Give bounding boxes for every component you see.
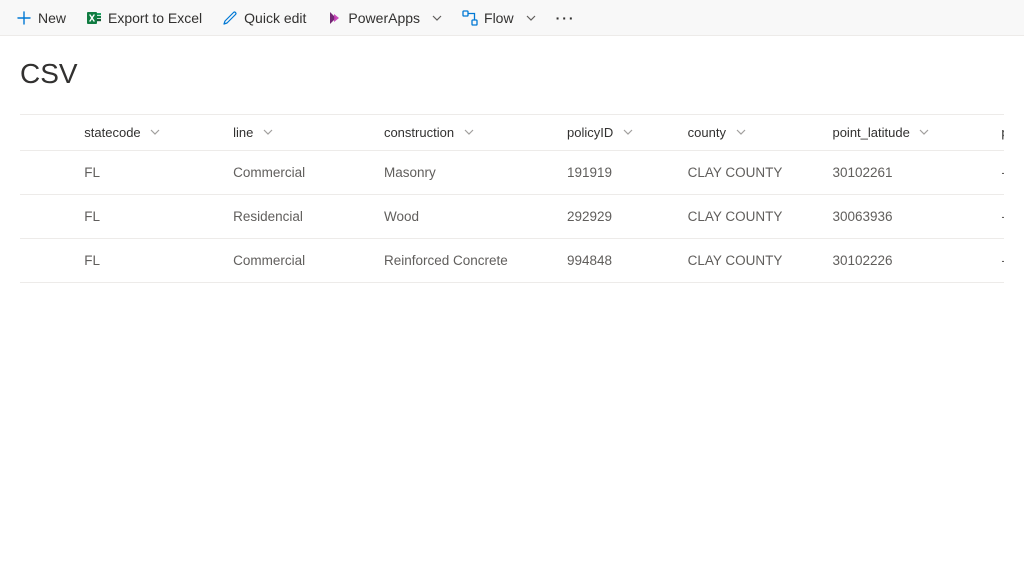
column-header-label: point_latitude (832, 125, 909, 140)
column-header-policyid[interactable]: policyID (555, 115, 676, 151)
row-selector-cell[interactable] (20, 195, 72, 239)
column-header-construction[interactable]: construction (372, 115, 555, 151)
column-header-line[interactable]: line (221, 115, 372, 151)
overflow-menu-button[interactable]: ··· (546, 0, 586, 35)
cell-policyid: 994848 (555, 239, 676, 283)
column-header-label: construction (384, 125, 454, 140)
export-excel-button[interactable]: Export to Excel (76, 0, 212, 35)
cell-line: Commercial (221, 239, 372, 283)
cell-county: CLAY COUNTY (676, 239, 821, 283)
quick-edit-button[interactable]: Quick edit (212, 0, 316, 35)
table-row[interactable]: FL Commercial Reinforced Concrete 994848… (20, 239, 1004, 283)
column-header-label: line (233, 125, 253, 140)
chevron-down-icon (263, 127, 273, 137)
cell-longitude: -8181388 (989, 239, 1004, 283)
chevron-down-icon (736, 127, 746, 137)
chevron-down-icon (432, 13, 442, 23)
row-selector-header[interactable] (20, 115, 72, 151)
flow-label: Flow (484, 10, 514, 26)
row-selector-cell[interactable] (20, 151, 72, 195)
table-row[interactable]: FL Residencial Wood 292929 CLAY COUNTY 3… (20, 195, 1004, 239)
cell-latitude: 30102226 (820, 239, 989, 283)
cell-longitude: -8170766 (989, 195, 1004, 239)
flow-button[interactable]: Flow (452, 0, 546, 35)
cell-latitude: 30063936 (820, 195, 989, 239)
cell-policyid: 292929 (555, 195, 676, 239)
page-content: CSV statecode (0, 36, 1024, 283)
cell-county: CLAY COUNTY (676, 151, 821, 195)
column-header-label: point_lon (1001, 125, 1004, 140)
data-table: statecode line construction policyID (20, 114, 1004, 283)
command-bar: New Export to Excel Quick edit (0, 0, 1024, 36)
cell-longitude: -8171177 (989, 151, 1004, 195)
column-header-label: county (688, 125, 726, 140)
quick-edit-label: Quick edit (244, 10, 306, 26)
powerapps-icon (326, 10, 342, 26)
cell-line: Commercial (221, 151, 372, 195)
flow-icon (462, 10, 478, 26)
column-header-point-longitude[interactable]: point_lon (989, 115, 1004, 151)
column-header-statecode[interactable]: statecode (72, 115, 221, 151)
cell-policyid: 191919 (555, 151, 676, 195)
chevron-down-icon (526, 13, 536, 23)
row-selector-cell[interactable] (20, 239, 72, 283)
cell-statecode: FL (72, 239, 221, 283)
chevron-down-icon (919, 127, 929, 137)
new-button-label: New (38, 10, 66, 26)
powerapps-button[interactable]: PowerApps (316, 0, 452, 35)
powerapps-label: PowerApps (348, 10, 420, 26)
column-header-county[interactable]: county (676, 115, 821, 151)
pencil-icon (222, 10, 238, 26)
chevron-down-icon (150, 127, 160, 137)
column-header-label: policyID (567, 125, 613, 140)
list-view: statecode line construction policyID (20, 114, 1004, 283)
cell-county: CLAY COUNTY (676, 195, 821, 239)
cell-latitude: 30102261 (820, 151, 989, 195)
excel-icon (86, 10, 102, 26)
table-header-row: statecode line construction policyID (20, 115, 1004, 151)
chevron-down-icon (464, 127, 474, 137)
table-row[interactable]: FL Commercial Masonry 191919 CLAY COUNTY… (20, 151, 1004, 195)
page-title: CSV (20, 58, 1004, 90)
cell-statecode: FL (72, 151, 221, 195)
cell-construction: Masonry (372, 151, 555, 195)
cell-line: Residencial (221, 195, 372, 239)
new-button[interactable]: New (6, 0, 76, 35)
chevron-down-icon (623, 127, 633, 137)
column-header-point-latitude[interactable]: point_latitude (820, 115, 989, 151)
column-header-label: statecode (84, 125, 140, 140)
export-excel-label: Export to Excel (108, 10, 202, 26)
more-icon: ··· (556, 10, 576, 26)
plus-icon (16, 10, 32, 26)
cell-construction: Reinforced Concrete (372, 239, 555, 283)
cell-statecode: FL (72, 195, 221, 239)
cell-construction: Wood (372, 195, 555, 239)
